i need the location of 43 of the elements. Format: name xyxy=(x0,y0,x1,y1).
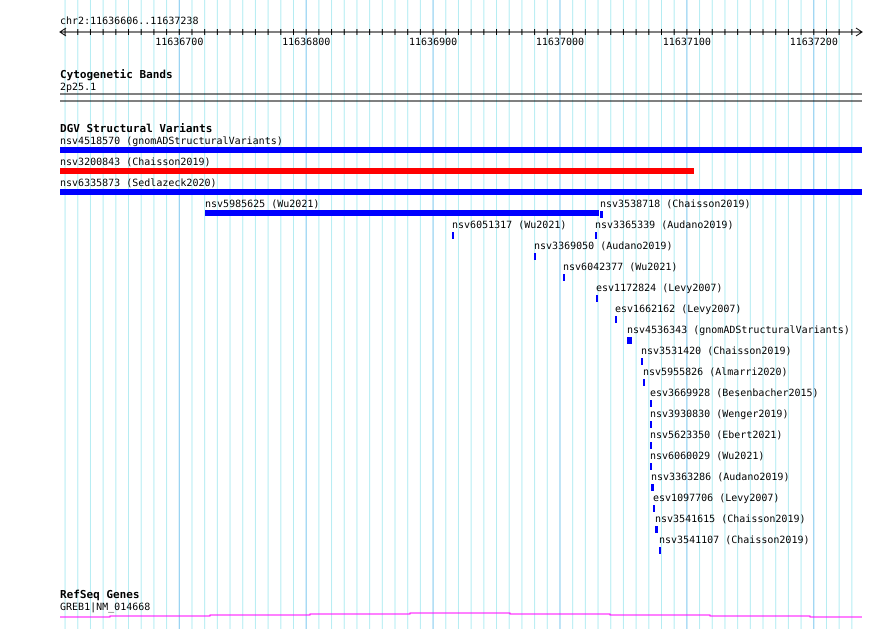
variant-label: esv1662162 (Levy2007) xyxy=(615,304,742,315)
tick-label: 11637100 xyxy=(662,37,711,48)
variant-label: nsv3531420 (Chaisson2019) xyxy=(641,346,792,357)
variant-label: nsv6335873 (Sedlazeck2020) xyxy=(60,178,217,189)
gene-line[interactable] xyxy=(60,612,862,618)
variant-bar[interactable] xyxy=(651,484,654,491)
variant-label: nsv6051317 (Wu2021) xyxy=(452,220,566,231)
variant-label: nsv3200843 (Chaisson2019) xyxy=(60,157,211,168)
variant-label: nsv3538718 (Chaisson2019) xyxy=(600,199,751,210)
variant-bar[interactable] xyxy=(600,211,603,218)
variant-bar[interactable] xyxy=(60,147,862,153)
variant-bar[interactable] xyxy=(60,168,694,174)
variant-label: nsv3363286 (Audano2019) xyxy=(651,472,790,483)
variant-label: nsv5623350 (Ebert2021) xyxy=(650,430,782,441)
variant-label: nsv6042377 (Wu2021) xyxy=(563,262,678,273)
variant-label: esv1097706 (Levy2007) xyxy=(653,493,780,504)
tick-label: 11636900 xyxy=(409,37,458,48)
variant-label: esv1172824 (Levy2007) xyxy=(596,283,722,294)
variant-bar[interactable] xyxy=(60,189,862,195)
track-title: RefSeq Genes xyxy=(60,588,140,601)
variant-label: nsv3541107 (Chaisson2019) xyxy=(659,535,810,546)
gene-label: GREB1|NM_014668 xyxy=(60,602,150,613)
tick-label: 11637000 xyxy=(536,37,584,48)
track-title: Cytogenetic Bands xyxy=(60,68,173,81)
tick-label: 11637200 xyxy=(790,37,838,48)
band-label: 2p25.1 xyxy=(60,82,96,93)
variant-label: nsv3369050 (Audano2019) xyxy=(534,241,672,252)
variant-bar[interactable] xyxy=(627,337,632,344)
variant-label: nsv5985625 (Wu2021) xyxy=(205,199,320,210)
variant-label: nsv4536343 (gnomADStructuralVariants) xyxy=(627,325,850,336)
tick-label: 11636700 xyxy=(155,37,204,48)
track-title: DGV Structural Variants xyxy=(60,122,212,135)
variant-label: nsv6060029 (Wu2021) xyxy=(650,451,764,462)
variant-label: nsv3930830 (Wenger2019) xyxy=(650,409,788,420)
variant-bar[interactable] xyxy=(205,210,599,216)
variant-label: nsv3541615 (Chaisson2019) xyxy=(655,514,806,525)
variant-label: nsv4518570 (gnomADStructuralVariants) xyxy=(60,136,283,147)
variant-label: nsv5955826 (Almarri2020) xyxy=(643,367,788,378)
variant-bar[interactable] xyxy=(655,526,658,533)
variant-label: nsv3365339 (Audano2019) xyxy=(595,220,734,231)
chromosome-location: chr2:11636606..11637238 xyxy=(60,16,198,27)
tick-label: 11636800 xyxy=(282,37,330,48)
variant-label: esv3669928 (Besenbacher2015) xyxy=(650,388,819,399)
